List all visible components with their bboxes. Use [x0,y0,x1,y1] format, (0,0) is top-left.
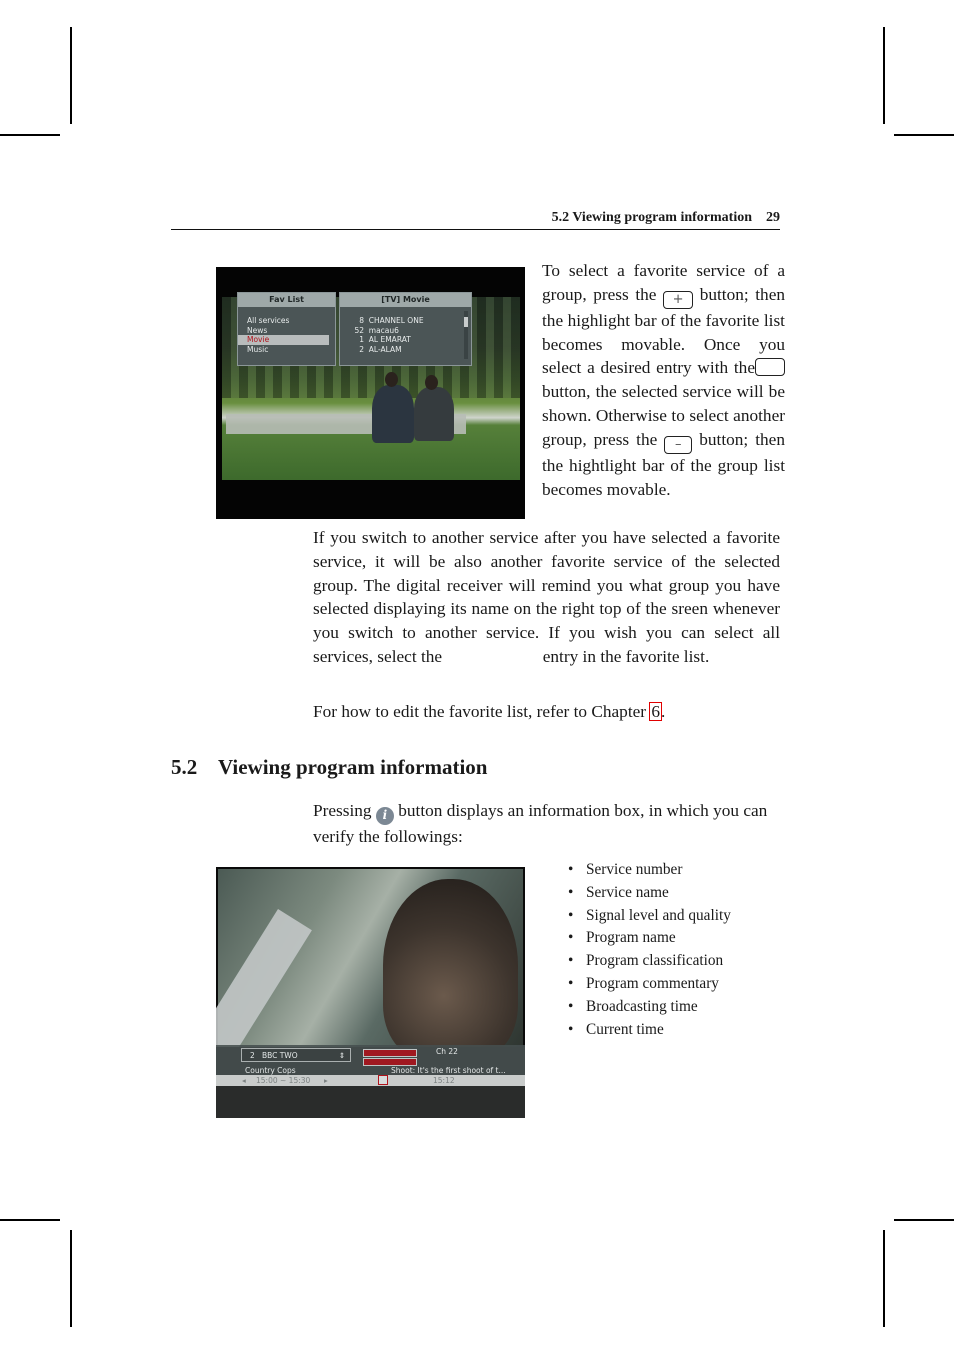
service-list: 8 CHANNEL ONE 52 macau6 1 AL EMARAT 2 AL… [340,316,471,354]
list-item: Service name [568,882,731,905]
service-item: 8 CHANNEL ONE [340,316,471,326]
signal-level-bar [363,1049,417,1057]
favorite-selection-paragraph: To select a favorite service of a group,… [542,261,786,499]
section-heading: 5.2 Viewing program information [171,755,487,780]
service-name: AL EMARAT [368,335,411,345]
fav-group-item: News [247,325,268,335]
crop-mark [883,1230,885,1327]
program-commentary: Shoot: It's the first shoot of t... [391,1066,506,1075]
channel-label: Ch 22 [436,1047,458,1056]
signal-quality-bar [363,1058,417,1066]
scrollbar-thumb [464,317,468,327]
service-switch-paragraph: If you switch to another service after y… [313,528,780,666]
chapter-6-link[interactable]: 6 [649,702,662,721]
section-number: 5.2 [171,755,198,779]
page-number: 29 [766,210,780,225]
service-number: 52 [354,325,364,335]
service-item: 1 AL EMARAT [340,335,471,345]
service-item: 2 AL-ALAM [340,345,471,355]
service-number: 8 [359,316,364,325]
service-list-panel: [TV] Movie 8 CHANNEL ONE 52 macau6 1 AL … [339,292,472,366]
scrollbar [464,311,468,359]
service-number: 1 [359,335,364,345]
list-item: Service number [568,859,731,882]
list-item: Program commentary [568,973,731,996]
crop-mark [894,134,954,136]
fav-group-item: All services [247,316,290,325]
fav-group-list: All services News Movie Music [238,316,335,354]
list-item: Broadcasting time [568,996,731,1019]
crop-mark [894,1219,954,1221]
broadcast-time: 15:00 ~ 15:30 [256,1076,311,1085]
service-name: CHANNEL ONE [368,316,424,325]
fav-group-item: Music [247,344,269,354]
ok-key-icon [755,358,785,377]
running-head: 5.2 Viewing program information 29 [171,207,780,230]
program-name: Country Cops [245,1066,296,1075]
car-driver-scene-image [216,869,523,1109]
service-selector: 2 BBC TWO ⇕ [241,1048,351,1062]
next-arrow-icon: ▸ [324,1076,328,1085]
prev-arrow-icon: ◂ [242,1076,246,1085]
running-head-title: 5.2 Viewing program information [551,210,752,225]
info-button-paragraph: Pressing i button displays an informatio… [313,801,768,846]
program-info-bar: 2 BBC TWO ⇕ Ch 22 Country Cops Shoot: It… [216,1045,525,1086]
crop-mark [70,1230,72,1327]
crop-mark [883,27,885,124]
info-items-list: Service number Service name Signal level… [568,859,731,1041]
service-number: 2 [250,1051,255,1060]
minus-key-icon: – [664,435,693,454]
fav-list-panel: Fav List All services News Movie Music [237,292,336,366]
crop-mark [0,1219,60,1221]
list-item: Program name [568,927,731,950]
service-list-title: [TV] Movie [340,293,471,307]
service-name: BBC TWO [261,1051,298,1060]
service-number: 2 [359,344,364,354]
service-item: 52 macau6 [340,326,471,336]
crop-mark [70,27,72,124]
service-name: macau6 [368,325,399,335]
program-classification-icon [378,1075,388,1085]
section-title: Viewing program information [218,755,488,779]
fav-group-item-selected: Movie [238,335,329,345]
current-time: 15:12 [433,1076,455,1085]
list-item: Signal level and quality [568,905,731,928]
service-name: AL-ALAM [368,344,402,354]
list-item: Current time [568,1019,731,1042]
fav-list-title: Fav List [238,293,335,307]
info-button-icon: i [375,806,394,825]
crop-mark [0,134,60,136]
plus-key-icon: + [663,290,694,309]
up-down-arrows-icon: ⇕ [338,1051,345,1060]
chapter-reference-paragraph: For how to edit the favorite list, refer… [313,702,666,721]
list-item: Program classification [568,950,731,973]
